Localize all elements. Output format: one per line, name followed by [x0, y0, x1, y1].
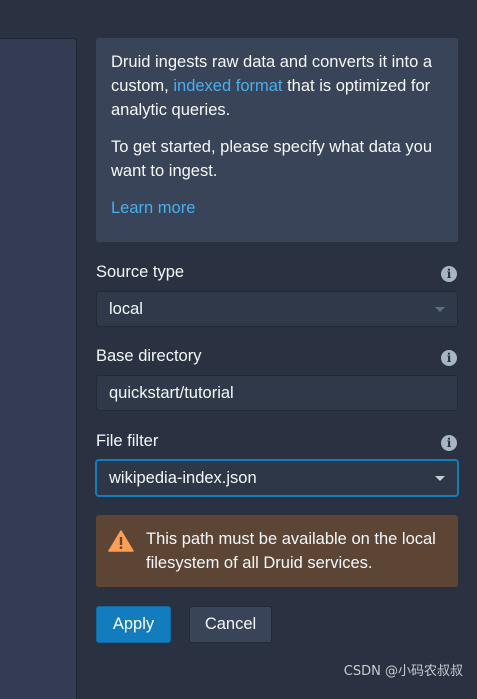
source-type-select[interactable]: local — [96, 291, 458, 327]
left-panel — [0, 38, 77, 699]
base-directory-label: Base directory — [96, 347, 202, 365]
apply-button[interactable]: Apply — [96, 606, 171, 643]
chevron-down-icon[interactable] — [435, 476, 445, 481]
warning-text: This path must be available on the local… — [146, 530, 436, 572]
file-filter-input[interactable]: wikipedia-index.json — [96, 460, 458, 496]
indexed-format-link[interactable]: indexed format — [173, 77, 282, 95]
source-type-value: local — [109, 300, 143, 318]
watermark: CSDN @小码农叔叔 — [343, 664, 463, 679]
cancel-button[interactable]: Cancel — [189, 606, 272, 643]
chevron-down-icon — [435, 307, 445, 312]
file-filter-info-icon[interactable]: i — [441, 435, 457, 451]
get-started-paragraph: To get started, please specify what data… — [111, 138, 433, 180]
path-warning-callout: This path must be available on the local… — [96, 515, 458, 587]
base-directory-value: quickstart/tutorial — [109, 384, 234, 402]
source-type-info-icon[interactable]: i — [441, 266, 457, 282]
warning-icon — [108, 530, 134, 552]
file-filter-label: File filter — [96, 432, 159, 450]
source-type-label: Source type — [96, 263, 185, 281]
file-filter-value: wikipedia-index.json — [109, 469, 257, 487]
learn-more-link[interactable]: Learn more — [111, 199, 195, 217]
intro-paragraph: Druid ingests raw data and converts it i… — [111, 50, 444, 122]
intro-callout: Druid ingests raw data and converts it i… — [96, 38, 458, 242]
base-directory-input[interactable]: quickstart/tutorial — [96, 375, 458, 411]
base-directory-info-icon[interactable]: i — [441, 350, 457, 366]
